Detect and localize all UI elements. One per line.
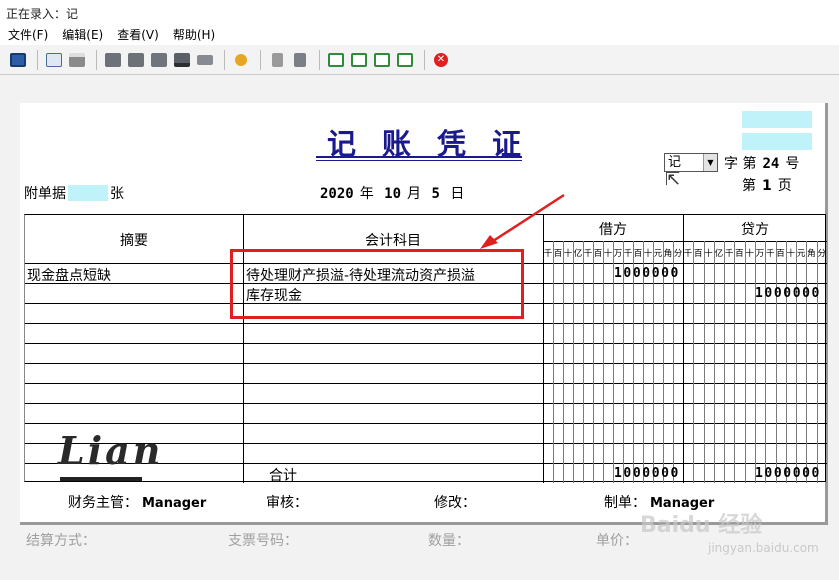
- logo-bar: [60, 477, 142, 481]
- menu-view[interactable]: 查看(V): [117, 25, 159, 45]
- logo: Lian: [58, 428, 164, 473]
- save-icon[interactable]: [8, 50, 28, 70]
- amount-column-line: [816, 241, 818, 483]
- total-label: 合计: [269, 468, 297, 484]
- menu-file[interactable]: 文件(F): [8, 25, 48, 45]
- menu-bar: 文件(F) 编辑(E) 查看(V) 帮助(H): [0, 25, 839, 45]
- calculator-icon[interactable]: [267, 50, 287, 70]
- amount-column-line: [553, 241, 554, 483]
- menu-help[interactable]: 帮助(H): [173, 25, 215, 45]
- amount-column-line: [563, 241, 564, 483]
- voucher-page: 第1页: [742, 178, 792, 194]
- amount-column-line: [806, 241, 808, 483]
- amount-column-line: [573, 241, 574, 483]
- window-title: 正在录入：记: [0, 0, 839, 25]
- row2-credit[interactable]: 1000000: [755, 286, 821, 301]
- amount-column-line: [765, 241, 767, 483]
- unit-price-label: 单价：: [596, 533, 638, 549]
- tape-icon[interactable]: [172, 50, 192, 70]
- watermark-url: jingyan.baidu.com: [708, 541, 819, 555]
- highlight-box: [230, 249, 524, 319]
- amount-column-line: [693, 241, 695, 483]
- mouse-cursor-icon: ⇱: [665, 169, 681, 190]
- toolbar: ✕: [0, 45, 839, 75]
- amount-column-line: [744, 241, 746, 483]
- review-sign: 审核：: [266, 495, 308, 511]
- voucher-sheet: 记账凭证 记 ▼ ⇱ 字 第 24 号 第1页 附单据 张 2020 年 10 月 5 …: [20, 103, 828, 525]
- check-number-label: 支票号码：: [228, 533, 298, 549]
- amount-column-line: [603, 241, 604, 483]
- total-credit: 1000000: [755, 466, 821, 481]
- amount-column-line: [703, 241, 705, 483]
- unit-label: 分: [817, 249, 826, 259]
- voucher-word-value: 记: [668, 155, 682, 170]
- total-debit: 1000000: [614, 466, 680, 481]
- supervisor-sign: 财务主管： Manager: [68, 495, 207, 511]
- menu-edit[interactable]: 编辑(E): [62, 25, 103, 45]
- modify-sign: 修改：: [434, 495, 476, 511]
- last-icon[interactable]: [395, 50, 415, 70]
- attachments-count-field[interactable]: [68, 185, 108, 201]
- annotation-arrow: [480, 193, 565, 249]
- row1-debit[interactable]: 1000000: [614, 266, 680, 281]
- amount-column-line: [755, 241, 756, 483]
- quantity-label: 数量：: [428, 533, 470, 549]
- prev-icon[interactable]: [349, 50, 369, 70]
- voucher-number-value[interactable]: 24: [762, 156, 779, 172]
- next-icon[interactable]: [372, 50, 392, 70]
- voucher-canvas: 记账凭证 记 ▼ ⇱ 字 第 24 号 第1页 附单据 张 2020 年 10 月 5 …: [0, 75, 839, 580]
- close-icon[interactable]: ✕: [431, 50, 451, 70]
- title-underline-2: [316, 160, 522, 161]
- amount-column-line: [785, 241, 787, 483]
- copy-icon[interactable]: [103, 50, 123, 70]
- folder-icon[interactable]: [195, 50, 215, 70]
- stamp-icon[interactable]: [290, 50, 310, 70]
- watermark: Baidu 经验: [640, 513, 763, 538]
- amount-column-line: [593, 241, 594, 483]
- voucher-date[interactable]: 2020 年 10 月 5 日: [314, 183, 464, 203]
- header-summary: 摘要: [120, 233, 148, 249]
- settlement-label: 结算方式：: [26, 533, 96, 549]
- wizard-icon[interactable]: [231, 50, 251, 70]
- attachments: 附单据 张: [24, 185, 124, 202]
- amount-column-line: [796, 241, 798, 483]
- row1-summary[interactable]: 现金盘点短缺: [27, 265, 111, 285]
- amount-column-line: [775, 241, 777, 483]
- amount-column-line: [713, 241, 715, 483]
- title-underline: [316, 156, 522, 158]
- first-icon[interactable]: [326, 50, 346, 70]
- print-icon[interactable]: [67, 50, 87, 70]
- preview-icon[interactable]: [44, 50, 64, 70]
- amount-column-line: [724, 241, 726, 483]
- book-icon[interactable]: [149, 50, 169, 70]
- header-credit: 贷方: [741, 222, 769, 238]
- chevron-down-icon[interactable]: ▼: [703, 154, 717, 171]
- amount-column-line: [583, 241, 584, 483]
- amount-column-line: [734, 241, 736, 483]
- voucher-number: 字 第 24 号: [724, 156, 800, 172]
- paste-icon[interactable]: [126, 50, 146, 70]
